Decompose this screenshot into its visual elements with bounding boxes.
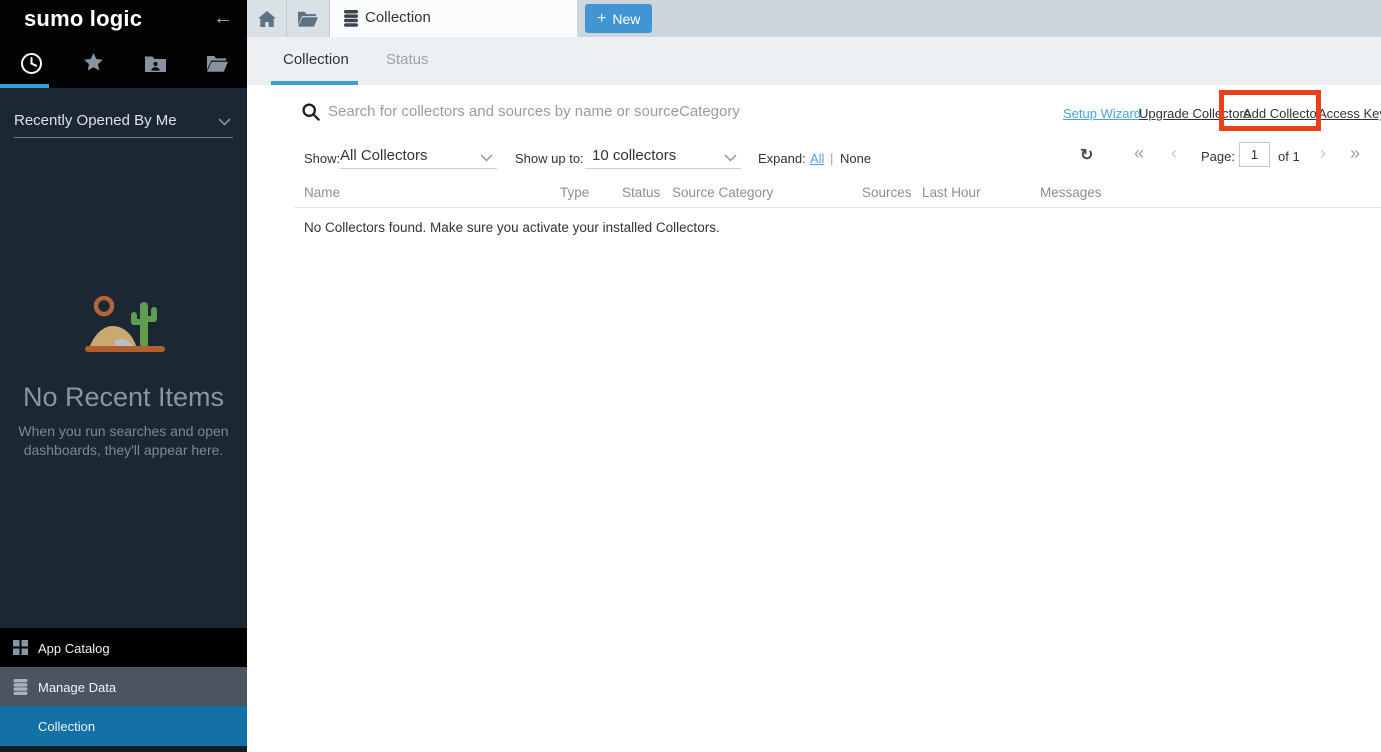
recent-items-dropdown[interactable]: Recently Opened By Me: [14, 108, 233, 138]
sumo-logic-logo: sumo logic: [24, 6, 142, 32]
expand-all-link[interactable]: All: [810, 151, 824, 166]
expand-none-link[interactable]: None: [840, 151, 871, 166]
sidebar-item-label: Manage Data: [38, 680, 116, 695]
sidebar-tab-shared[interactable]: [124, 48, 186, 78]
column-header-source-category: Source Category: [672, 185, 773, 200]
add-collector-link[interactable]: Add Collector: [1243, 106, 1321, 121]
sidebar-tab-favorites[interactable]: [62, 48, 124, 78]
first-page-icon[interactable]: «: [1134, 143, 1144, 164]
sidebar: sumo logic ← Recently Opened By Me: [0, 0, 247, 752]
column-header-status: Status: [622, 185, 660, 200]
table-header-divider: [294, 207, 1381, 208]
sidebar-item-manage-data[interactable]: Manage Data: [0, 667, 247, 706]
subtab-status[interactable]: Status: [386, 51, 429, 68]
collection-panel: Setup Wizard Upgrade Collectors Add Coll…: [270, 85, 1381, 752]
mound-icon: [89, 326, 137, 348]
tab-strip: Collection + New: [247, 0, 1381, 37]
sidebar-bottom-strip: [0, 746, 247, 752]
column-header-type: Type: [560, 185, 589, 200]
sun-icon: [96, 298, 112, 314]
column-header-last-hour: Last Hour: [922, 185, 981, 200]
show-up-to-dropdown[interactable]: 10 collectors: [585, 145, 741, 169]
clock-icon: [20, 52, 43, 75]
page-number-input[interactable]: [1239, 142, 1270, 167]
access-keys-link[interactable]: Access Keys: [1318, 106, 1381, 121]
search-icon: [302, 103, 320, 121]
collapse-sidebar-icon[interactable]: ←: [213, 7, 233, 30]
recent-items-dropdown-label: Recently Opened By Me: [14, 112, 177, 129]
subtab-bar: Collection Status: [247, 37, 1381, 85]
ground-icon: [85, 346, 165, 352]
new-button[interactable]: + New: [585, 4, 652, 33]
next-page-icon[interactable]: ›: [1320, 143, 1326, 164]
new-button-label: New: [612, 11, 640, 27]
show-up-to-label: Show up to:: [515, 151, 584, 166]
no-recent-items-title: No Recent Items: [0, 382, 247, 413]
setup-wizard-link[interactable]: Setup Wizard: [1063, 106, 1141, 121]
grid-icon: [13, 640, 28, 655]
upgrade-collectors-link[interactable]: Upgrade Collectors: [1139, 106, 1250, 121]
page-count-label: of 1: [1278, 149, 1300, 164]
no-recent-items-caption: When you run searches and open dashboard…: [11, 422, 236, 460]
chevron-down-icon: [724, 154, 737, 162]
sidebar-tab-recent[interactable]: [0, 48, 62, 78]
chevron-down-icon: [480, 154, 493, 162]
show-up-to-value: 10 collectors: [592, 147, 676, 164]
people-folder-icon: [145, 55, 166, 72]
page-label: Page:: [1201, 149, 1235, 164]
desert-illustration: [85, 290, 165, 358]
active-tab-indicator: [0, 84, 49, 88]
chevron-down-icon: [218, 118, 231, 126]
empty-table-message: No Collectors found. Make sure you activ…: [304, 220, 720, 235]
tab-collection[interactable]: Collection: [330, 0, 577, 37]
sidebar-header: sumo logic ←: [0, 0, 247, 88]
plus-icon: +: [597, 11, 606, 27]
star-icon: [83, 53, 104, 73]
cactus-icon: [131, 302, 157, 348]
sidebar-item-app-catalog[interactable]: App Catalog: [0, 628, 247, 667]
sidebar-item-collection[interactable]: Collection: [0, 706, 247, 746]
sidebar-item-label: App Catalog: [38, 641, 110, 656]
separator: |: [830, 151, 833, 166]
column-header-messages: Messages: [1040, 185, 1102, 200]
database-icon: [343, 10, 359, 27]
database-icon: [13, 679, 28, 695]
show-filter-dropdown[interactable]: All Collectors: [340, 145, 497, 169]
column-header-name: Name: [304, 185, 340, 200]
subtab-collection[interactable]: Collection: [283, 51, 349, 68]
previous-page-icon[interactable]: ‹: [1171, 143, 1177, 164]
expand-label: Expand:: [758, 151, 806, 166]
home-button[interactable]: [247, 0, 287, 37]
sidebar-item-label: Collection: [38, 719, 95, 734]
show-filter-value: All Collectors: [340, 147, 428, 164]
search-input[interactable]: [328, 97, 938, 125]
tab-label: Collection: [365, 9, 431, 26]
sidebar-tab-library[interactable]: [186, 48, 248, 78]
home-icon: [258, 11, 276, 27]
show-filter-label: Show:: [304, 151, 340, 166]
column-header-sources: Sources: [862, 185, 912, 200]
refresh-icon[interactable]: ↻: [1080, 145, 1093, 165]
folder-button[interactable]: [287, 0, 330, 37]
open-folder-icon: [298, 11, 318, 27]
open-folder-icon: [207, 55, 228, 72]
last-page-icon[interactable]: »: [1350, 143, 1360, 164]
